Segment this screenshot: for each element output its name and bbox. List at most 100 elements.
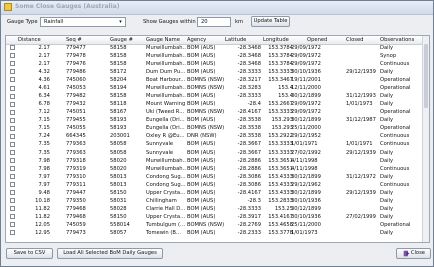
col-latitude[interactable]: Latitude — [225, 37, 263, 43]
cell-observations: Daily — [380, 213, 394, 220]
cell-longitude: 153.4 — [278, 85, 293, 92]
cell-agency: BOM (AUS) — [187, 197, 216, 204]
gauge-type-select[interactable]: Rainfall ▾ — [40, 17, 126, 27]
cell-latitude: -28.3217 — [237, 77, 261, 84]
table-row[interactable]: 7.98 779319 58020 Murwillumbah... BOM (AUS) -… — [6, 165, 423, 172]
cell-agency: BOM (AUS) — [187, 141, 216, 148]
vertical-scrollbar[interactable] — [422, 36, 429, 242]
load-all-button[interactable]: Load All Selected BoM Daily Gauges — [57, 248, 163, 259]
cell-latitude: -28.3538 — [237, 133, 261, 140]
cell-seq: 779447 — [66, 189, 86, 196]
table-row[interactable]: 7.97 779310 58013 Condong Sug... BOM (AUS) -2… — [6, 173, 423, 180]
row-checkbox[interactable] — [10, 141, 15, 147]
row-checkbox[interactable] — [10, 109, 15, 115]
col-longitude[interactable]: Longitude — [263, 37, 301, 43]
table-row[interactable]: 12.05 745059 558014 Tumbulgum (... BOMNS (NS… — [6, 222, 423, 229]
row-checkbox[interactable] — [10, 198, 15, 204]
cell-longitude: 153.4333 — [268, 173, 293, 180]
table-row[interactable]: 7.15 779455 58193 Eungella (Dri... BOM (AUS)… — [6, 117, 423, 124]
table-row[interactable]: 9.48 779447 58150 Upper Crysta... BOM (AUS) -… — [6, 189, 423, 196]
cell-distance: 12.95 — [35, 230, 50, 237]
col-agency[interactable]: Agency — [187, 37, 225, 43]
cell-observations: Daily — [380, 149, 394, 156]
col-gauge-name[interactable]: Gauge Name — [146, 37, 184, 43]
row-checkbox[interactable] — [10, 93, 15, 99]
row-checkbox[interactable] — [10, 61, 15, 67]
table-row[interactable]: 4.61 745053 58194 Murwillumbah... BOMNS (NSW… — [6, 85, 423, 92]
col-opened[interactable]: Opened — [307, 37, 341, 43]
table-row[interactable]: 7.97 779311 58013 Condong Sug... BOM (AUS) -2… — [6, 181, 423, 188]
table-row[interactable]: 4.32 779486 58172 Dum Dum Pu... BOM (AUS) -28… — [6, 69, 423, 76]
cell-opened: 30/10/1936 — [291, 197, 321, 204]
row-checkbox[interactable] — [10, 230, 15, 236]
cell-seq: 745053 — [66, 85, 86, 92]
cell-closed: 31/12/1987 — [346, 117, 376, 124]
col-seq[interactable]: Seq # — [66, 37, 106, 43]
cell-gauge-number: 58013 — [110, 181, 127, 188]
row-checkbox[interactable] — [10, 222, 15, 228]
row-checkbox[interactable] — [10, 101, 15, 107]
col-closed[interactable]: Closed — [346, 37, 376, 43]
cell-gauge-number: 58158 — [110, 44, 127, 51]
row-checkbox[interactable] — [10, 77, 15, 83]
row-checkbox[interactable] — [10, 166, 15, 172]
cell-closed: 29/12/1939 — [346, 189, 376, 196]
cell-distance: 2.17 — [38, 52, 50, 59]
save-csv-button[interactable]: Save to CSV — [6, 248, 53, 259]
table-row[interactable]: 7.15 745055 58193 Eungella (Dri... BOMNS (NS… — [6, 125, 423, 132]
distance-input[interactable]: 20 — [197, 17, 231, 27]
row-checkbox[interactable] — [10, 214, 15, 220]
table-row[interactable]: 2.17 779477 58158 Murwillumbah... BOM (AUS) -… — [6, 45, 423, 52]
row-checkbox[interactable] — [10, 174, 15, 180]
row-checkbox[interactable] — [10, 53, 15, 59]
row-checkbox[interactable] — [10, 206, 15, 212]
col-observations[interactable]: Observations — [380, 37, 426, 43]
row-checkbox[interactable] — [10, 45, 15, 51]
cell-latitude: -28.3917 — [237, 213, 261, 220]
app-window: Some Close Gauges (Australia) Gauge Type… — [0, 0, 434, 267]
table-row[interactable]: 2.17 779476 58158 Murwillumbah... BOM (AUS) -… — [6, 61, 423, 68]
col-distance[interactable]: Distance — [18, 37, 58, 43]
table-row[interactable]: 7.35 779363 58058 Sunnyvale BOM (AUS) -28.366… — [6, 149, 423, 156]
cell-longitude: 153.4167 — [268, 213, 293, 220]
cell-closed: 31/12/1972 — [346, 173, 376, 180]
cell-gauge-name: Condong Sug... — [146, 181, 186, 188]
row-checkbox[interactable] — [10, 190, 15, 196]
row-checkbox[interactable] — [10, 133, 15, 139]
cell-distance: 4.32 — [38, 69, 50, 76]
col-gauge-number[interactable]: Gauge # — [110, 37, 146, 43]
table-row[interactable]: 7.24 664345 203001 Oxley R @Eu... DNR (NSW) -… — [6, 133, 423, 140]
table-row[interactable]: 10.18 779350 58031 Chillingham BOM (AUS) -28.… — [6, 197, 423, 204]
table-row[interactable]: 4.36 745060 58204 Boat Harbour... BOMNS (NSW… — [6, 77, 423, 84]
cell-longitude: 153.3333 — [268, 109, 293, 116]
row-checkbox[interactable] — [10, 182, 15, 188]
table-row[interactable]: 11.82 779468 58028 Clarrie Hall D... BOM (AU… — [6, 206, 423, 213]
row-checkbox[interactable] — [10, 157, 15, 163]
row-checkbox[interactable] — [10, 85, 15, 91]
cell-agency: BOM (AUS) — [187, 52, 216, 59]
row-checkbox[interactable] — [10, 149, 15, 155]
row-checkbox[interactable] — [10, 69, 15, 75]
table-row[interactable]: 6.78 779432 58118 Mount Warning BOM (AUS) -28… — [6, 101, 423, 108]
table-row[interactable]: 7.98 779318 58020 Murwillumbah... BOM (AUS) -… — [6, 157, 423, 164]
cell-longitude: 153.3778 — [268, 230, 293, 237]
scrollbar-thumb[interactable] — [424, 44, 428, 108]
close-button[interactable]: Close — [396, 248, 431, 259]
table-row[interactable]: 2.17 779478 58158 Murwillumbah... BOM (AUS) -… — [6, 53, 423, 60]
table-row[interactable]: 7.35 779363 58058 Sunnyvale BOM (AUS) -28.366… — [6, 141, 423, 148]
cell-seq: 745051 — [66, 109, 86, 116]
cell-agency: BOM (AUS) — [187, 60, 216, 67]
update-table-button[interactable]: Update Table — [251, 16, 290, 27]
cell-gauge-name: Chillingham — [146, 197, 177, 204]
row-checkbox[interactable] — [10, 125, 15, 131]
table-row[interactable]: 7.12 745051 58167 Uki (Tweed R... BOMNS (NSW… — [6, 109, 423, 116]
row-checkbox[interactable] — [10, 117, 15, 123]
table-row[interactable]: 12.95 779473 58057 Tomewin (B... BOM (AUS) -2… — [6, 230, 423, 237]
table-row[interactable]: 6.34 779482 58158 Murwillumbah... BOM (AUS) -… — [6, 93, 423, 100]
cell-gauge-number: 58194 — [110, 85, 127, 92]
table-row[interactable]: 11.82 779468 58150 Upper Crysta... BOM (AUS)… — [6, 214, 423, 221]
cell-latitude: -28.3667 — [237, 149, 261, 156]
cell-seq: 779318 — [66, 157, 86, 164]
gauges-table[interactable]: Distance Seq # Gauge # Gauge Name Agency… — [5, 35, 430, 243]
cell-distance: 6.34 — [38, 93, 50, 100]
